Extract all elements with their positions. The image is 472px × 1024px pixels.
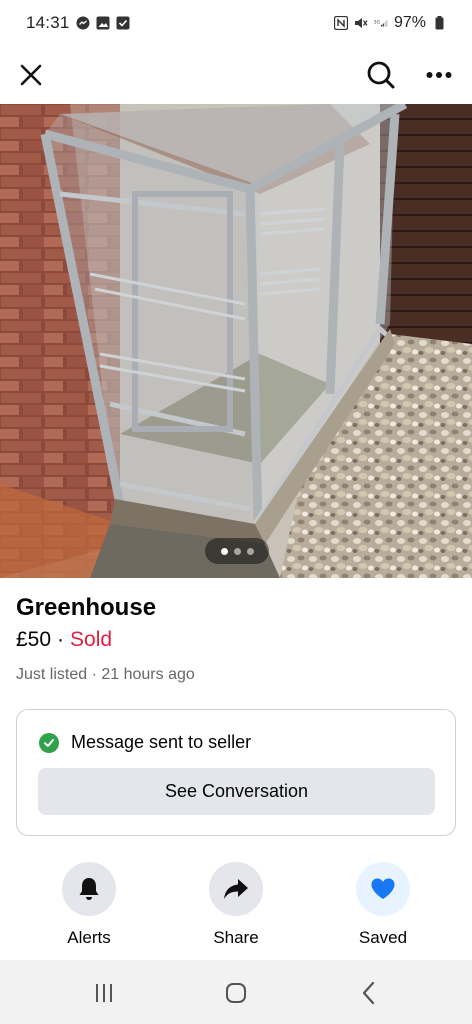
- alerts-button[interactable]: [62, 862, 116, 916]
- pagination-dot: [220, 547, 228, 555]
- alerts-action[interactable]: Alerts: [39, 862, 139, 948]
- battery-icon: [432, 16, 446, 30]
- listed-time: Just listed · 21 hours ago: [16, 666, 195, 683]
- check-circle-icon: [39, 732, 59, 753]
- mute-icon: [354, 16, 368, 30]
- search-icon: [367, 61, 395, 89]
- signal-5g-icon: 5G: [374, 16, 388, 30]
- back-button[interactable]: [354, 978, 384, 1008]
- status-time: 14:31: [26, 13, 70, 32]
- more-icon: [426, 72, 452, 78]
- gallery-notification-icon: [96, 16, 110, 30]
- greenhouse-image: [0, 104, 472, 578]
- status-bar: 14:31 5G 97%: [0, 0, 472, 46]
- message-status-row: Message sent to seller: [39, 732, 251, 753]
- back-icon: [362, 981, 375, 1005]
- photo-pagination-dots: [205, 538, 269, 564]
- share-button[interactable]: [209, 862, 263, 916]
- recent-apps-button[interactable]: [89, 978, 119, 1008]
- close-button[interactable]: [10, 54, 52, 96]
- more-options-button[interactable]: [418, 54, 460, 96]
- pagination-dot: [233, 547, 241, 555]
- top-bar: [0, 46, 472, 104]
- listing-price: £50: [16, 628, 52, 651]
- home-button[interactable]: [221, 978, 251, 1008]
- see-conversation-button[interactable]: See Conversation: [38, 768, 435, 815]
- saved-button[interactable]: [356, 862, 410, 916]
- share-label: Share: [213, 928, 259, 947]
- system-nav-bar: [0, 960, 472, 1024]
- alerts-label: Alerts: [67, 928, 111, 947]
- listing-title: Greenhouse: [16, 594, 157, 621]
- saved-action[interactable]: Saved: [333, 862, 433, 948]
- search-button[interactable]: [360, 54, 402, 96]
- share-action[interactable]: Share: [186, 862, 286, 948]
- checkbox-notification-icon: [116, 16, 130, 30]
- share-icon: [224, 879, 248, 899]
- sold-status: Sold: [70, 628, 113, 651]
- home-icon: [226, 983, 246, 1003]
- recent-apps-icon: [96, 984, 112, 1002]
- heart-icon: [371, 878, 395, 899]
- price-row: £50 · Sold: [16, 628, 112, 652]
- price-separator: ·: [57, 628, 65, 651]
- action-row: Alerts Share Saved: [0, 862, 472, 958]
- messenger-notification-icon: [76, 16, 90, 30]
- saved-label: Saved: [358, 928, 408, 947]
- nfc-icon: [333, 16, 348, 30]
- message-sent-text: Message sent to seller: [71, 732, 252, 752]
- pagination-dot: [246, 547, 254, 555]
- listing-photo[interactable]: [0, 104, 472, 578]
- svg-text:5G: 5G: [374, 20, 380, 25]
- message-card: Message sent to seller See Conversation: [16, 709, 456, 836]
- close-icon: [20, 64, 42, 86]
- battery-percent: 97%: [393, 14, 426, 31]
- bell-icon: [79, 878, 99, 900]
